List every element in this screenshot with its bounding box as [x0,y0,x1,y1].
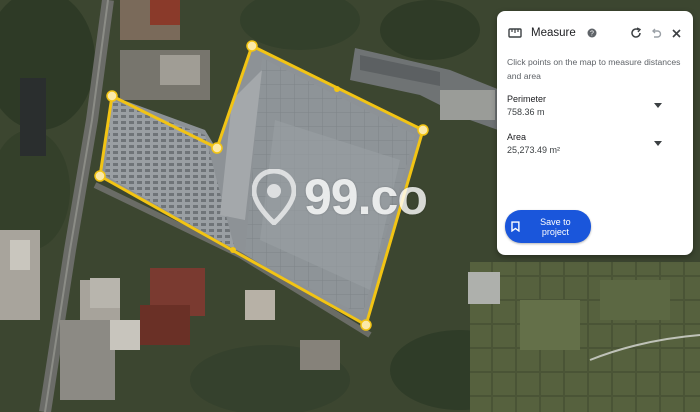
vertex-handle[interactable] [417,124,429,136]
instructions-text: Click points on the map to measure dista… [507,57,681,81]
midpoint-handle[interactable] [230,247,236,253]
midpoint-handle[interactable] [334,86,340,92]
save-button-label: Save to project [540,216,571,237]
perimeter-row[interactable]: Perimeter 758.36 m [507,94,683,117]
watermark-text: 99.co [304,169,428,225]
svg-text:?: ? [590,31,594,38]
watermark: 99.co [252,168,428,226]
refresh-icon[interactable] [629,26,643,40]
save-to-project-button[interactable]: Save to project [505,210,591,243]
panel-title: Measure [531,27,576,39]
vertex-handle[interactable] [211,142,223,154]
dropdown-caret-icon[interactable] [653,138,663,148]
undo-icon[interactable] [649,26,663,40]
header-actions [629,26,683,40]
vertex-handle[interactable] [106,90,118,102]
close-icon[interactable] [669,26,683,40]
measure-panel: Measure ? Click points on the map to mea… [497,11,693,255]
dropdown-caret-icon[interactable] [653,100,663,110]
location-pin-icon [252,169,296,225]
bookmark-icon [511,221,520,232]
vertex-handle[interactable] [360,319,372,331]
ruler-icon [507,25,523,41]
help-icon[interactable]: ? [584,25,600,41]
area-row[interactable]: Area 25,273.49 m² [507,132,683,155]
vertex-handle[interactable] [94,170,106,182]
panel-header: Measure ? [507,23,683,43]
vertex-handle[interactable] [246,40,258,52]
